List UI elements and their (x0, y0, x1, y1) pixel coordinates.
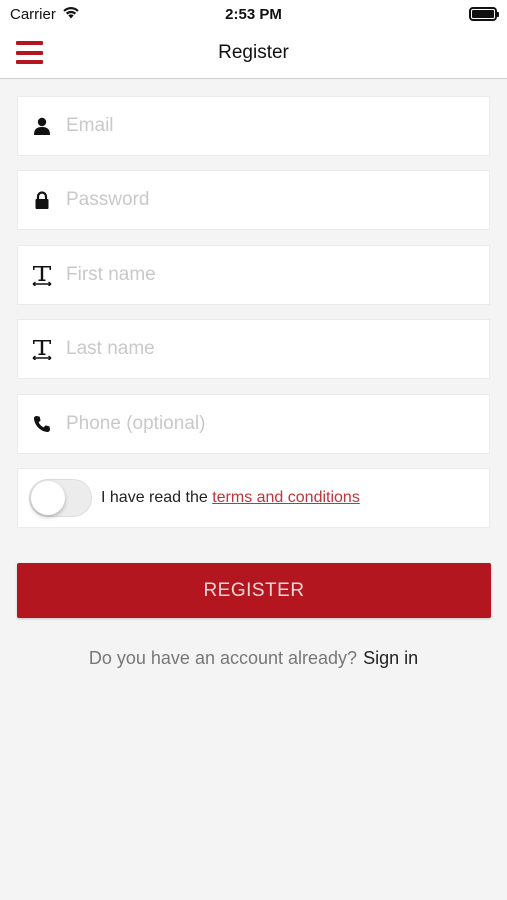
phone-field[interactable] (17, 394, 490, 454)
terms-text: I have read the terms and conditions (101, 489, 360, 507)
text-icon (18, 338, 66, 360)
hamburger-menu-icon[interactable] (16, 41, 43, 64)
password-field[interactable] (17, 170, 490, 230)
first-name-input[interactable] (66, 246, 489, 304)
password-input[interactable] (66, 171, 489, 229)
phone-input[interactable] (66, 395, 489, 453)
email-field[interactable] (17, 96, 490, 156)
signin-prompt: Do you have an account already? (88, 648, 358, 668)
last-name-field[interactable] (17, 319, 490, 379)
signin-row: Do you have an account already? Sign in (0, 648, 507, 669)
signin-link[interactable]: Sign in (363, 648, 418, 668)
terms-prefix: I have read the (101, 489, 213, 506)
last-name-input[interactable] (66, 320, 489, 378)
wifi-icon (62, 5, 80, 23)
phone-icon (18, 415, 66, 433)
terms-toggle[interactable] (29, 479, 92, 517)
nav-bar: Register (0, 28, 507, 79)
text-icon (18, 264, 66, 286)
lock-icon (18, 190, 66, 210)
terms-link[interactable]: terms and conditions (212, 489, 360, 506)
register-button[interactable]: REGISTER (17, 563, 491, 618)
first-name-field[interactable] (17, 245, 490, 305)
battery-icon (469, 7, 499, 21)
email-input[interactable] (66, 97, 489, 155)
page-title: Register (218, 42, 289, 63)
carrier-label: Carrier (10, 5, 56, 23)
toggle-knob (31, 481, 65, 515)
status-bar: Carrier 2:53 PM (0, 0, 507, 28)
status-left: Carrier (10, 5, 80, 23)
user-icon (18, 117, 66, 135)
terms-row: I have read the terms and conditions (17, 468, 490, 528)
